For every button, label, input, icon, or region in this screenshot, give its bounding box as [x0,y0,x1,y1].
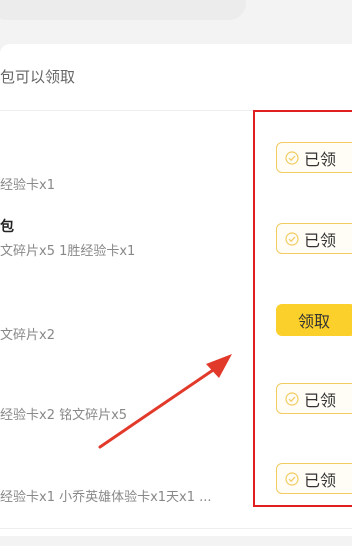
search-pill[interactable] [0,0,246,20]
claimed-button[interactable]: 已领 [276,463,352,494]
claimed-button[interactable]: 已领 [276,383,352,414]
top-search-strip [0,0,352,36]
reward-desc: 经验卡x2 铭文碎片x5 [0,408,128,423]
check-circle-icon [285,391,299,406]
claimed-label: 已领 [304,470,337,490]
check-circle-icon [285,231,299,246]
reward-desc: 经验卡x1 [0,178,55,193]
claim-label: 领取 [298,312,331,331]
claimed-label: 已领 [304,230,337,250]
reward-name: 包 [0,219,14,235]
check-circle-icon [285,150,299,165]
reward-desc: 经验卡x1 小乔英雄体验卡x1天x1 ... [0,490,212,505]
claimed-button[interactable]: 已领 [276,142,352,173]
reward-panel-header: 包可以领取 [0,44,352,111]
divider [0,528,352,529]
reward-desc: 文碎片x5 1胜经验卡x1 [0,244,136,259]
claim-button[interactable]: 领取 [276,304,352,336]
check-circle-icon [285,471,299,486]
claimed-label: 已领 [304,149,337,169]
claimed-label: 已领 [304,390,337,410]
reward-desc: 文碎片x2 [0,328,55,343]
reward-panel-title: 包可以领取 [0,68,76,86]
claimed-button[interactable]: 已领 [276,223,352,254]
